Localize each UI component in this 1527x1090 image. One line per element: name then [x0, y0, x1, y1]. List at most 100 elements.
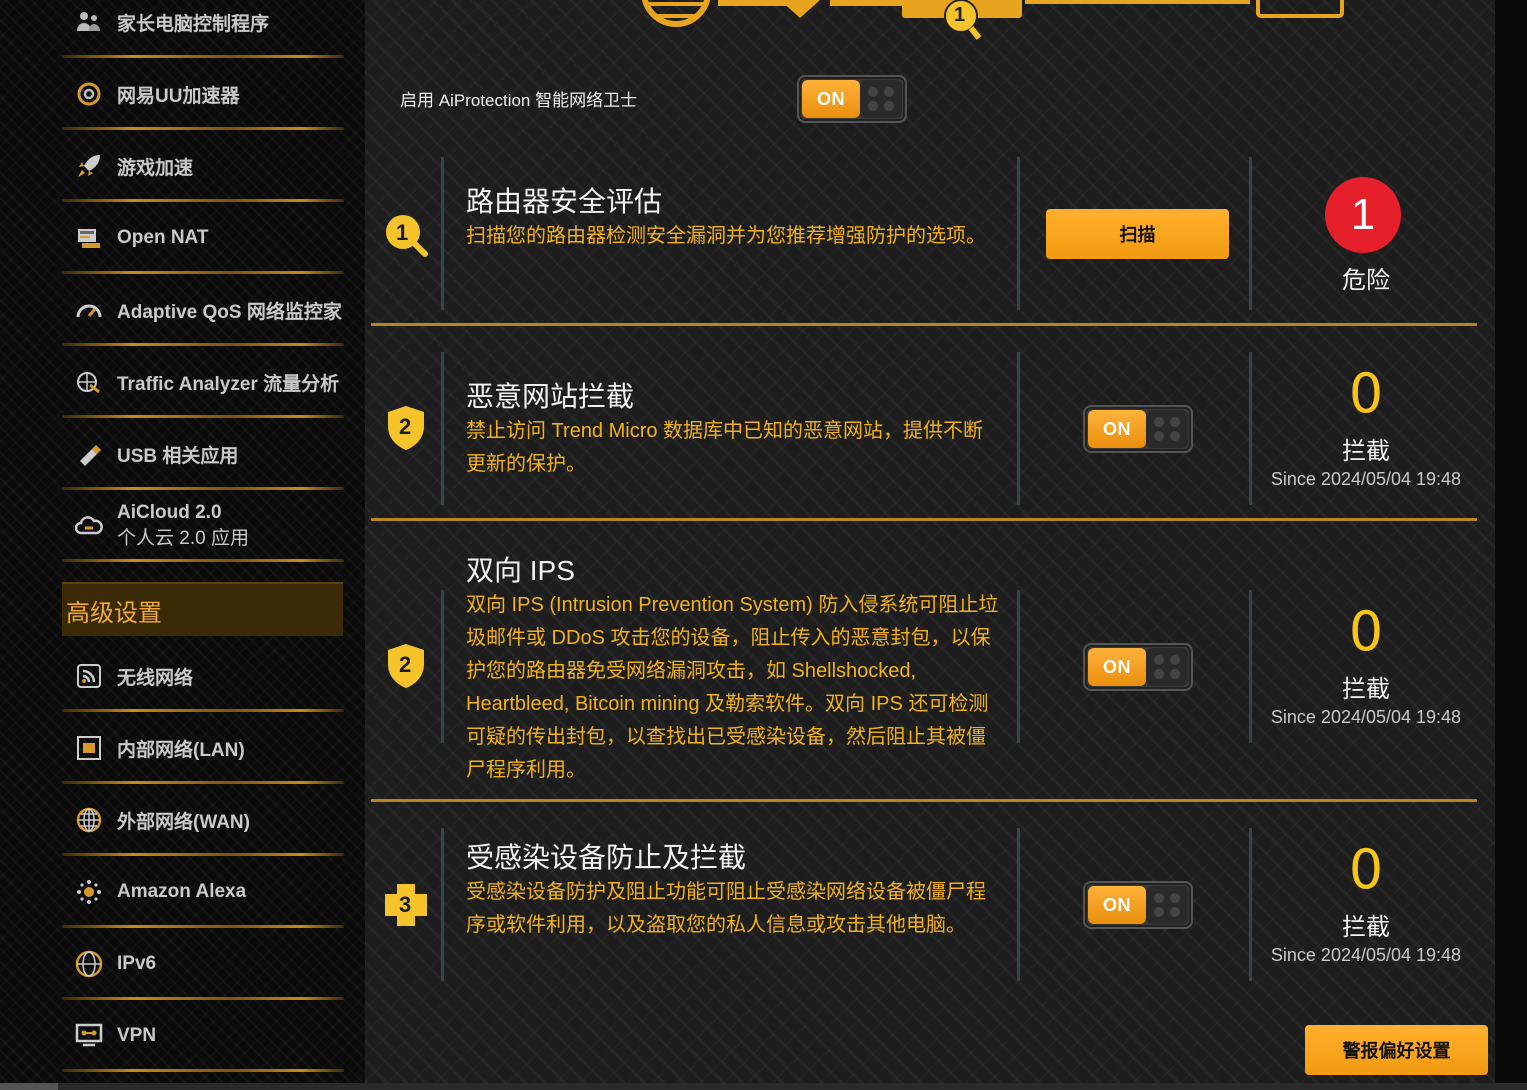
section-divider [441, 157, 444, 310]
toggle-off-knob [1146, 648, 1188, 686]
blocked-label: 拦截 [1342, 914, 1390, 941]
bottom-scrollbar[interactable] [0, 1083, 1527, 1090]
puzzle-badge-icon: 3 [383, 882, 429, 928]
sidebar-item-alexa[interactable]: Amazon Alexa [62, 856, 344, 928]
open-nat-icon [74, 223, 104, 253]
section-divider [1017, 590, 1020, 743]
right-border [1495, 0, 1527, 1090]
toggle-on-text: ON [802, 80, 860, 118]
badge-number: 1 [396, 220, 409, 245]
parental-control-icon [74, 7, 104, 37]
blocked-label: 拦截 [1342, 438, 1390, 465]
enable-aiprotection-label: 启用 AiProtection 智能网络卫士 [400, 91, 638, 110]
alexa-icon [74, 877, 104, 907]
sidebar-item-label: Traffic Analyzer 流量分析 [117, 373, 340, 395]
section-title: 恶意网站拦截 [466, 381, 635, 412]
infected-device-toggle[interactable]: ON [1083, 881, 1193, 929]
wan-globe-icon [74, 805, 104, 835]
section-title: 双向 IPS [466, 555, 575, 586]
sidebar-item-traffic-analyzer[interactable]: Traffic Analyzer 流量分析 [62, 346, 344, 418]
blocked-count: 0 [1348, 362, 1384, 425]
sidebar-item-lan[interactable]: 内部网络(LAN) [62, 712, 344, 784]
uu-accelerator-icon [74, 79, 104, 109]
network-diagram [641, 0, 1344, 27]
toggle-on-text: ON [1088, 886, 1146, 924]
section-description: 禁止访问 Trend Micro 数据库中已知的恶意网站，提供不断更新的保护。 [466, 420, 984, 475]
aicloud-sublabel: 个人云 2.0 应用 [117, 528, 249, 549]
sidebar-item-vpn[interactable]: VPN [62, 1000, 344, 1072]
scan-button[interactable]: 扫描 [1046, 209, 1229, 259]
section-divider [1017, 828, 1020, 981]
advanced-settings-header: 高级设置 [62, 582, 343, 636]
section-separator [371, 323, 1477, 326]
two-way-ips-toggle[interactable]: ON [1083, 643, 1193, 691]
danger-status-label: 危险 [1342, 267, 1390, 294]
magnifier-badge-icon: 1 [383, 212, 429, 258]
cloud-icon [74, 511, 104, 541]
section-title: 受感染设备防止及拦截 [466, 842, 747, 873]
sidebar-item-uu-accelerator[interactable]: 网易UU加速器 [62, 58, 344, 130]
sidebar-item-adaptive-qos[interactable]: Adaptive QoS 网络监控家 [62, 274, 344, 346]
section-description: 双向 IPS (Intrusion Prevention System) 防入侵… [466, 594, 999, 781]
shield-badge-icon: 2 [385, 404, 427, 452]
sidebar-item-label: 外部网络(WAN) [117, 811, 250, 833]
blocked-count: 0 [1348, 838, 1384, 901]
blocked-count: 0 [1348, 600, 1384, 663]
toggle-on-text: ON [1088, 648, 1146, 686]
sidebar-item-label: 内部网络(LAN) [117, 739, 245, 761]
toggle-off-knob [1146, 410, 1188, 448]
badge-number: 2 [399, 414, 412, 439]
section-divider [441, 352, 444, 505]
sidebar-item-label: Open NAT [117, 227, 209, 248]
sidebar-item-label: AiCloud 2.0 个人云 2.0 应用 [117, 500, 249, 552]
sidebar-item-label: Amazon Alexa [117, 881, 247, 902]
toggle-off-knob [1146, 886, 1188, 924]
speedometer-icon [74, 295, 104, 325]
vpn-icon [74, 1021, 104, 1051]
alert-preference-button[interactable]: 警报偏好设置 [1305, 1025, 1488, 1075]
sidebar-item-wireless[interactable]: 无线网络 [62, 640, 344, 712]
rocket-icon [74, 151, 104, 181]
danger-count-badge: 1 [1325, 177, 1401, 253]
traffic-analyzer-icon [74, 367, 104, 397]
sidebar-item-wan[interactable]: 外部网络(WAN) [62, 784, 344, 856]
malicious-site-blocking-toggle[interactable]: ON [1083, 405, 1193, 453]
toggle-on-text: ON [1088, 410, 1146, 448]
sidebar: 家长电脑控制程序 网易UU加速器 游戏加速 Open NAT Adaptive … [0, 0, 365, 1090]
wireless-icon [74, 661, 104, 691]
section-title: 路由器安全评估 [466, 186, 663, 217]
toggle-off-knob [860, 80, 902, 118]
section-divider [1017, 157, 1020, 310]
shield-badge-icon: 2 [385, 642, 427, 690]
since-timestamp: Since 2024/05/04 19:48 [1270, 469, 1462, 489]
lan-icon [74, 733, 104, 763]
since-timestamp: Since 2024/05/04 19:48 [1270, 707, 1462, 727]
sidebar-item-game-boost[interactable]: 游戏加速 [62, 130, 344, 202]
sidebar-item-usb[interactable]: USB 相关应用 [62, 418, 344, 490]
sidebar-item-label: IPv6 [117, 953, 157, 974]
section-description: 扫描您的路由器检测安全漏洞并为您推荐增强防护的选项。 [466, 225, 986, 247]
enable-aiprotection-toggle[interactable]: ON [797, 75, 907, 123]
sidebar-item-ipv6[interactable]: IPv6 [62, 928, 344, 1000]
section-separator [371, 518, 1477, 521]
aicloud-label: AiCloud 2.0 [117, 502, 222, 523]
section-divider [441, 828, 444, 981]
usb-icon [74, 439, 104, 469]
sidebar-item-label: 无线网络 [117, 667, 194, 689]
advanced-settings-title: 高级设置 [66, 599, 162, 627]
sidebar-item-open-nat[interactable]: Open NAT [62, 202, 344, 274]
section-description: 受感染设备防护及阻止功能可阻止受感染网络设备被僵尸程序或软件利用，以及盗取您的私… [466, 881, 986, 936]
sidebar-item-label: USB 相关应用 [117, 445, 239, 467]
badge-number: 2 [399, 652, 412, 677]
section-separator [371, 799, 1477, 802]
diagram-lock-badge: 1 [937, 0, 985, 42]
blocked-label: 拦截 [1342, 676, 1390, 703]
badge-number: 3 [399, 892, 412, 917]
section-divider [441, 590, 444, 743]
sidebar-item-aicloud[interactable]: AiCloud 2.0 个人云 2.0 应用 [62, 490, 344, 562]
since-timestamp: Since 2024/05/04 19:48 [1270, 945, 1462, 965]
sidebar-item-label: Adaptive QoS 网络监控家 [117, 301, 342, 323]
sidebar-item-parental-control[interactable]: 家长电脑控制程序 [62, 0, 344, 58]
sidebar-item-label: 网易UU加速器 [117, 85, 240, 107]
sidebar-item-label: VPN [117, 1025, 157, 1046]
